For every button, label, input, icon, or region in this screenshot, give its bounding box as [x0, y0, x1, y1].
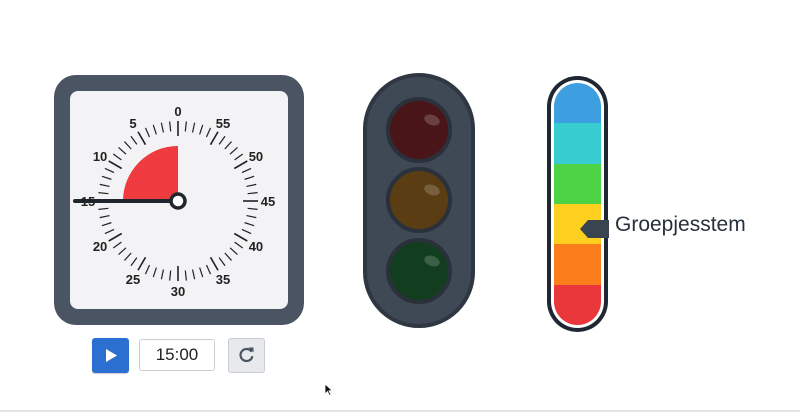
- dial-tick: [118, 147, 127, 155]
- dial-tick: [247, 192, 258, 195]
- dial-number: 35: [216, 272, 230, 287]
- green-lamp[interactable]: [386, 238, 452, 304]
- dial-number: 25: [126, 272, 140, 287]
- dial-number: 20: [93, 239, 107, 254]
- play-button[interactable]: [92, 338, 129, 373]
- traffic-light[interactable]: [363, 73, 475, 328]
- dial-tick: [112, 241, 122, 249]
- dial-tick: [241, 167, 252, 174]
- dial-tick: [137, 131, 147, 146]
- dial-tick: [98, 207, 109, 210]
- timer-dial[interactable]: 0 5 10 15 20 25 30 35 40 45 50 55: [70, 91, 288, 309]
- dial-number: 45: [261, 194, 275, 209]
- dial-tick: [244, 175, 255, 180]
- meter-bands: [554, 83, 601, 325]
- dial-tick: [199, 267, 204, 278]
- dial-number: 15: [81, 194, 95, 209]
- dial-tick: [152, 267, 157, 278]
- red-lamp[interactable]: [386, 97, 452, 163]
- dial-tick: [99, 214, 110, 219]
- noise-level-meter[interactable]: [547, 76, 608, 332]
- dial-tick: [101, 175, 112, 180]
- dial-tick: [209, 131, 219, 146]
- dial-tick: [169, 270, 172, 281]
- dial-number: 40: [249, 239, 263, 254]
- meter-band[interactable]: [554, 244, 601, 285]
- dial-tick: [244, 222, 255, 227]
- reset-button[interactable]: [228, 338, 265, 373]
- lamp-shine: [422, 112, 442, 128]
- dial-tick: [137, 256, 147, 271]
- dial-tick: [234, 241, 244, 249]
- dial-tick: [224, 252, 232, 261]
- dial-tick: [169, 121, 172, 132]
- dial-number: 55: [216, 116, 230, 131]
- dial-tick: [124, 252, 132, 261]
- mouse-cursor-icon: [324, 383, 334, 397]
- dial-tick: [101, 222, 112, 227]
- meter-tube: [551, 80, 604, 328]
- dial-tick: [130, 257, 138, 267]
- lamp-shine: [422, 253, 442, 269]
- timer-dial-graphic: 0 5 10 15 20 25 30 35 40 45 50 55: [73, 104, 275, 299]
- level-pointer-icon[interactable]: [580, 218, 610, 240]
- dial-tick: [98, 192, 109, 195]
- dial-tick: [241, 228, 252, 235]
- dial-tick: [130, 135, 138, 145]
- dial-tick: [191, 122, 196, 133]
- dial-tick: [124, 141, 132, 150]
- dial-number: 10: [93, 149, 107, 164]
- meter-band[interactable]: [554, 163, 601, 204]
- noise-level-label: Groepjesstem: [615, 213, 746, 236]
- dial-tick: [218, 135, 226, 145]
- dial-tick: [229, 247, 238, 255]
- dial-tick: [205, 127, 212, 138]
- dial-tick: [144, 127, 151, 138]
- dial-center-knob: [169, 192, 187, 210]
- dial-tick: [152, 124, 157, 135]
- dial-tick: [218, 257, 226, 267]
- dial-tick: [144, 264, 151, 275]
- time-input[interactable]: [139, 339, 215, 371]
- dial-tick: [184, 270, 187, 281]
- dial-tick: [205, 264, 212, 275]
- dial-tick: [199, 124, 204, 135]
- dial-tick: [224, 141, 232, 150]
- dial-tick: [160, 122, 165, 133]
- dial-tick: [234, 153, 244, 161]
- dial-tick: [209, 256, 219, 271]
- dial-tick: [229, 147, 238, 155]
- dial-tick: [160, 269, 165, 280]
- meter-band[interactable]: [554, 83, 601, 124]
- dial-tick: [99, 183, 110, 188]
- dial-number: 30: [171, 284, 185, 299]
- dial-tick: [233, 232, 248, 242]
- dial-tick: [184, 121, 187, 132]
- dial-tick: [104, 228, 115, 235]
- dial-tick: [247, 207, 258, 210]
- dial-tick: [246, 214, 257, 219]
- dial-tick: [118, 247, 127, 255]
- yellow-lamp[interactable]: [386, 167, 452, 233]
- visual-timer[interactable]: 0 5 10 15 20 25 30 35 40 45 50 55: [54, 75, 304, 325]
- dial-tick: [191, 269, 196, 280]
- play-icon: [106, 349, 117, 362]
- meter-band[interactable]: [554, 284, 601, 325]
- dial-number: 50: [249, 149, 263, 164]
- remaining-time-sector: [123, 146, 178, 201]
- meter-band[interactable]: [554, 123, 601, 164]
- dial-tick: [112, 153, 122, 161]
- refresh-icon: [239, 347, 254, 363]
- dial-tick: [233, 160, 248, 170]
- dial-tick: [108, 232, 123, 242]
- dial-tick: [104, 167, 115, 174]
- dial-tick: [246, 183, 257, 188]
- dial-number: 0: [174, 104, 181, 119]
- dial-number: 5: [129, 116, 136, 131]
- lamp-shine: [422, 182, 442, 198]
- dial-tick: [108, 160, 123, 170]
